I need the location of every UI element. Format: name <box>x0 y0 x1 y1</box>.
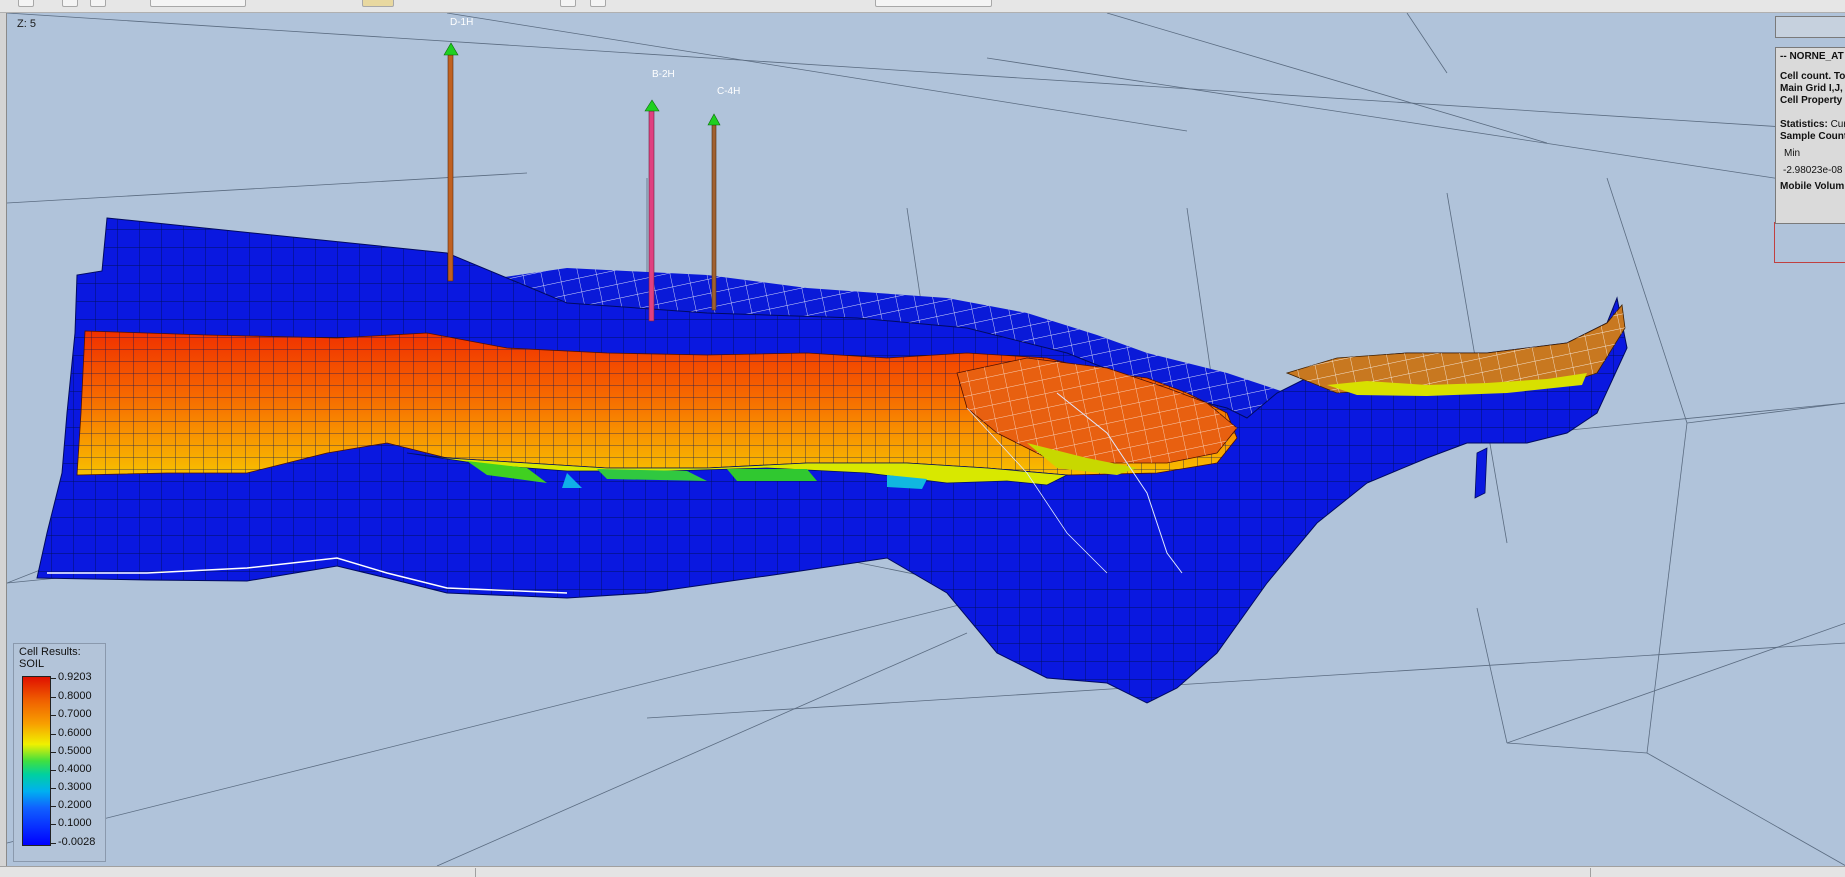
toolbar-combobox[interactable] <box>150 0 246 7</box>
toolbar-button[interactable] <box>62 0 78 7</box>
info-cell-property: Cell Property <box>1780 95 1843 106</box>
well-D-1H[interactable] <box>443 42 459 282</box>
legend-label: 0.3000 <box>58 781 92 793</box>
legend-tick <box>50 715 56 716</box>
legend-tick <box>50 770 56 771</box>
legend-label: 0.2000 <box>58 799 92 811</box>
legend-tick <box>50 678 56 679</box>
legend-label: 0.4000 <box>58 763 92 775</box>
well-label-B-2H: B-2H <box>652 69 675 80</box>
toolbar-button[interactable] <box>18 0 34 7</box>
legend-tick <box>50 824 56 825</box>
toolbar-button[interactable] <box>90 0 106 7</box>
legend-label: 0.9203 <box>58 671 92 683</box>
info-mobile-volume: Mobile Volum <box>1780 181 1845 192</box>
info-panel: -- NORNE_AT Cell count. To Main Grid I,J… <box>1775 47 1845 224</box>
zoom-label: Z: 5 <box>17 18 36 30</box>
info-cell-count: Cell count. To <box>1780 71 1845 82</box>
3d-viewport[interactable]: Z: 5 D-1H B-2H C-4H Cell Results: SOIL 0… <box>6 13 1845 866</box>
legend-label: 0.1000 <box>58 817 92 829</box>
legend-color-bar <box>22 676 51 846</box>
info-statistics-value: Cur <box>1830 119 1845 130</box>
info-case-title: -- NORNE_AT <box>1780 51 1844 62</box>
legend-tick <box>50 697 56 698</box>
legend-title-line1: Cell Results: <box>19 646 81 658</box>
legend-label: 0.8000 <box>58 690 92 702</box>
legend-tick <box>50 752 56 753</box>
legend-tick <box>50 734 56 735</box>
well-label-D-1H: D-1H <box>450 17 474 28</box>
legend-label: 0.7000 <box>58 708 92 720</box>
info-sample-count: Sample Count <box>1780 131 1845 142</box>
legend-tick <box>50 843 56 844</box>
toolbar-combobox[interactable] <box>875 0 992 7</box>
info-box-header[interactable] <box>1775 16 1845 38</box>
legend-label: -0.0028 <box>58 836 96 848</box>
color-legend: Cell Results: SOIL 0.9203 0.8000 0.7000 … <box>13 643 106 862</box>
info-panel-border <box>1774 222 1845 263</box>
info-min-value: -2.98023e-08 <box>1783 165 1843 176</box>
legend-label: 0.5000 <box>58 745 92 757</box>
toolbar-button[interactable] <box>590 0 606 7</box>
legend-title-line2: SOIL <box>19 658 45 670</box>
legend-label: 0.6000 <box>58 727 92 739</box>
status-bar <box>0 866 1845 877</box>
well-label-C-4H: C-4H <box>717 86 741 97</box>
legend-tick <box>50 806 56 807</box>
info-main-grid: Main Grid I,J, <box>1780 83 1843 94</box>
toolbar <box>0 0 1845 13</box>
legend-title: Cell Results: SOIL <box>19 646 81 670</box>
legend-tick <box>50 788 56 789</box>
info-min-label: Min <box>1784 148 1801 159</box>
detached-cell-block <box>1474 447 1488 499</box>
toolbar-toggle-button[interactable] <box>362 0 394 7</box>
reservoir-3d-scene[interactable] <box>7 13 1845 866</box>
info-statistics-label: Statistics: <box>1780 119 1828 130</box>
toolbar-button[interactable] <box>560 0 576 7</box>
